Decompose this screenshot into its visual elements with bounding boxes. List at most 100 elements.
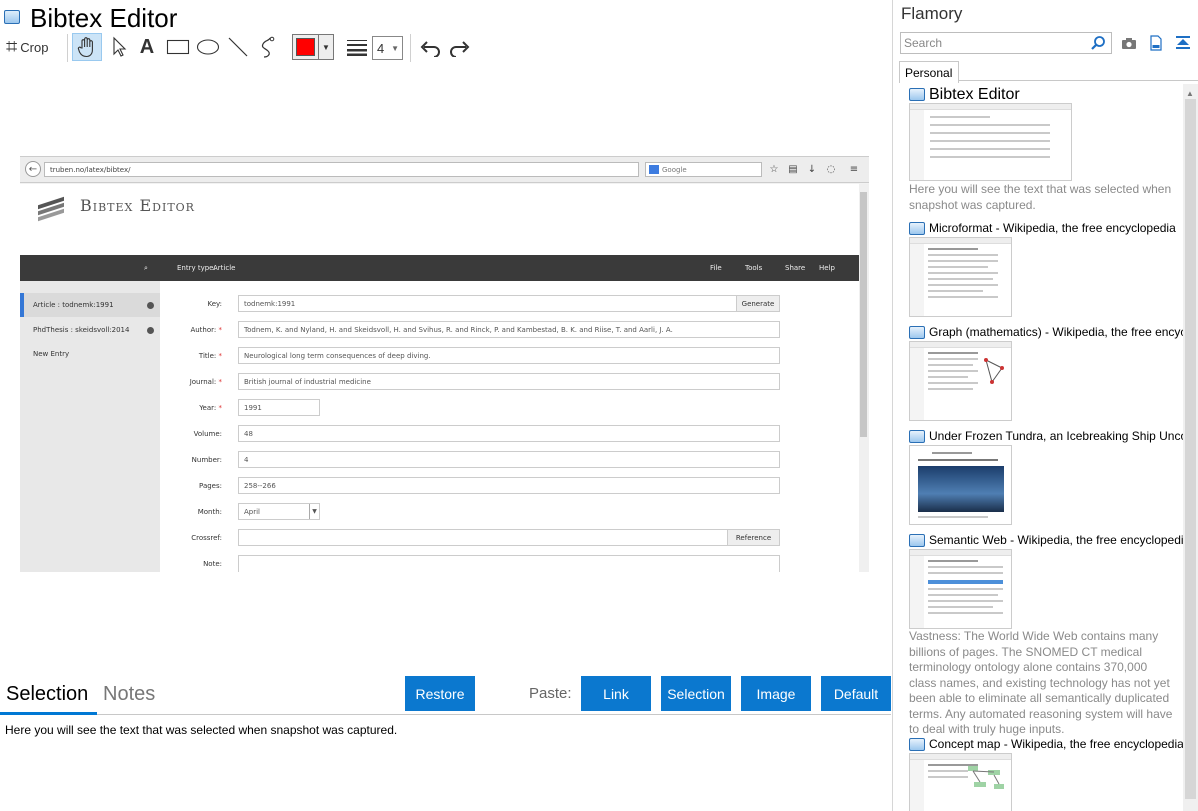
browser-page: Bibtex Editor ⌕ Entry type: Article File… — [20, 184, 869, 572]
chevron-down-icon: ▼ — [318, 35, 333, 59]
color-picker[interactable]: ▼ — [292, 34, 334, 60]
page-icon — [909, 534, 925, 547]
selected-text[interactable]: Here you will see the text that was sele… — [5, 723, 397, 737]
nav-menu-help: Help — [819, 264, 835, 272]
line-width-select[interactable]: 4 ▼ — [372, 36, 403, 60]
tab-divider — [0, 714, 891, 715]
field-value — [238, 529, 728, 546]
field-label: Month: — [197, 508, 222, 516]
browser-scrollbar — [859, 184, 869, 572]
tab-selection[interactable]: Selection — [6, 683, 88, 706]
browser-search: Google — [645, 162, 762, 177]
undo-button[interactable] — [416, 32, 444, 62]
active-tab-indicator — [0, 712, 97, 715]
scrollbar-thumb[interactable] — [1185, 99, 1196, 799]
snapshot-image[interactable]: ← truben.no/latex/bibtex/ Google ☆ ▤ ↓ ◌… — [20, 156, 869, 572]
page-icon — [909, 738, 925, 751]
field-value: 48 — [238, 425, 780, 442]
toolbar-divider — [67, 34, 68, 62]
select-tool-button[interactable] — [106, 32, 132, 62]
list-item-thumbnail[interactable] — [909, 341, 1012, 421]
redo-icon — [450, 41, 470, 57]
field-value: 4 — [238, 451, 780, 468]
list-item-thumbnail[interactable] — [909, 549, 1012, 629]
list-item-thumbnail[interactable] — [909, 445, 1012, 525]
field-label: Title: * — [198, 352, 222, 360]
restore-button[interactable]: Restore — [405, 676, 475, 711]
search-input[interactable]: Search — [900, 32, 1112, 54]
field-value: Todnem, K. and Nyland, H. and Skeidsvoll… — [238, 321, 780, 338]
generate-button: Generate — [736, 295, 780, 312]
color-swatch — [296, 38, 315, 56]
field-value: todnemk:1991 — [238, 295, 738, 312]
list-item: PhdThesis : skeidsvoll:2014 — [20, 318, 160, 342]
tab-notes[interactable]: Notes — [103, 683, 155, 706]
nav-menu-share: Share — [785, 264, 806, 272]
entry-type-value: Article — [213, 264, 236, 272]
freehand-tool-button[interactable] — [255, 32, 281, 62]
page-icon — [909, 88, 925, 101]
field-label: Note: — [203, 560, 222, 568]
list-item: Article : todnemk:1991 — [20, 293, 160, 317]
paste-label: Paste: — [529, 685, 572, 702]
hand-tool-button[interactable] — [72, 33, 102, 61]
chevron-up-icon[interactable]: ▲ — [1186, 89, 1194, 98]
camera-icon[interactable] — [1121, 35, 1137, 51]
hand-icon — [77, 37, 93, 58]
reference-button: Reference — [727, 529, 780, 546]
snapshot-app-name: Bibtex Editor — [80, 196, 195, 215]
star-icon: ☆ — [769, 163, 779, 175]
rectangle-tool-button[interactable] — [164, 32, 192, 62]
clipboard-icon: ▤ — [788, 163, 798, 175]
toolbar: ⌗ Crop A ▼ 4 ▼ — [0, 32, 893, 62]
line-width-value: 4 — [377, 40, 385, 56]
list-item-description: Here you will see the text that was sele… — [909, 182, 1172, 212]
crop-label: Crop — [20, 39, 49, 55]
document-icon[interactable] — [1148, 35, 1164, 51]
page-icon — [909, 326, 925, 339]
snapshot-sidebar: Article : todnemk:1991 PhdThesis : skeid… — [20, 281, 160, 572]
menu-icon: ≡ — [849, 163, 859, 175]
list-item-title[interactable]: Concept map - Wikipedia, the free encycl… — [929, 737, 1183, 751]
nav-menu-file: File — [710, 264, 722, 272]
crop-button[interactable]: ⌗ Crop — [6, 32, 62, 62]
pin-top-icon[interactable] — [1175, 35, 1191, 51]
page-icon — [909, 430, 925, 443]
line-tool-button[interactable] — [225, 32, 251, 62]
paste-selection-button[interactable]: Selection — [661, 676, 731, 711]
list-item-title[interactable]: Semantic Web - Wikipedia, the free encyc… — [929, 533, 1183, 547]
entry-type-label: Entry type: — [177, 264, 216, 272]
list-item-thumbnail[interactable] — [909, 237, 1012, 317]
line-width-icon — [347, 40, 367, 56]
text-tool-button[interactable]: A — [134, 32, 160, 62]
undo-icon — [420, 41, 440, 57]
panel-title: Flamory — [901, 4, 963, 23]
list-item-thumbnail[interactable] — [909, 753, 1012, 811]
ellipse-tool-button[interactable] — [194, 32, 222, 62]
paste-image-button[interactable]: Image — [741, 676, 811, 711]
list-item-title[interactable]: Graph (mathematics) - Wikipedia, the fre… — [929, 325, 1183, 339]
bibtex-logo — [38, 196, 64, 222]
redo-button[interactable] — [446, 32, 474, 62]
line-width-button[interactable] — [344, 32, 370, 62]
field-value: 1991 — [238, 399, 320, 416]
tab-divider — [959, 80, 1198, 81]
field-label: Number: — [191, 456, 222, 464]
paste-link-button[interactable]: Link — [581, 676, 651, 711]
tab-personal[interactable]: Personal — [899, 61, 959, 83]
paste-default-button[interactable]: Default — [821, 676, 891, 711]
list-item-title[interactable]: Microformat - Wikipedia, the free encycl… — [929, 221, 1183, 235]
field-label: Volume: — [193, 430, 222, 438]
download-icon: ↓ — [807, 163, 817, 175]
browser-toolbar: ← truben.no/latex/bibtex/ Google ☆ ▤ ↓ ◌… — [20, 157, 869, 183]
list-item-title[interactable]: Under Frozen Tundra, an Icebreaking Ship… — [929, 429, 1183, 443]
list-item-title[interactable]: Bibtex Editor — [929, 86, 1183, 104]
search-icon[interactable] — [1090, 35, 1106, 51]
field-label: Crossref: — [191, 534, 222, 542]
list-item-thumbnail[interactable] — [909, 103, 1072, 181]
pointer-icon — [113, 36, 127, 57]
field-value — [238, 555, 780, 572]
page-title: Bibtex Editor — [30, 3, 178, 33]
list-scrollbar[interactable]: ▲ — [1183, 84, 1198, 811]
search-icon: ⌕ — [144, 264, 148, 272]
